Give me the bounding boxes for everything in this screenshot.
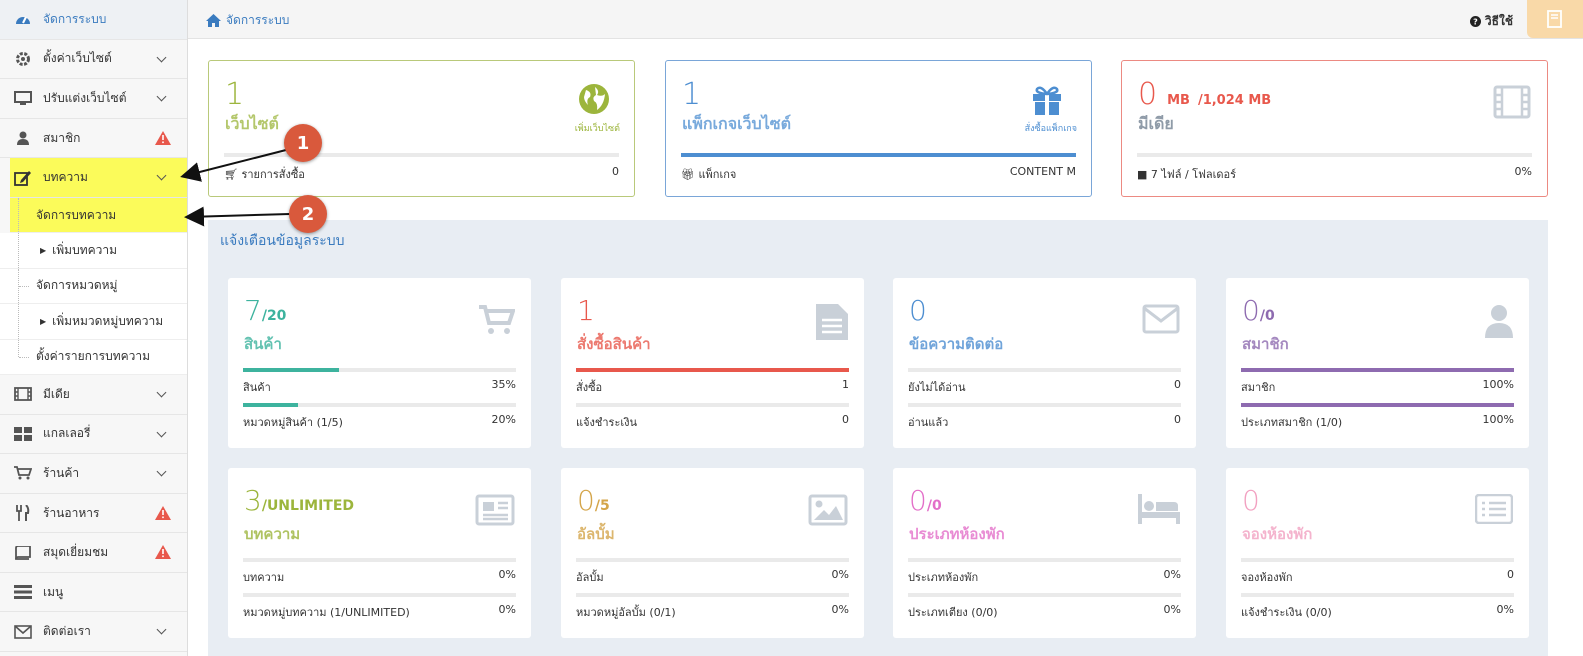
annotation-badge-2: 2 — [289, 195, 327, 233]
annotation-badge-1: 1 — [284, 124, 322, 162]
annotation-arrows — [180, 149, 291, 227]
